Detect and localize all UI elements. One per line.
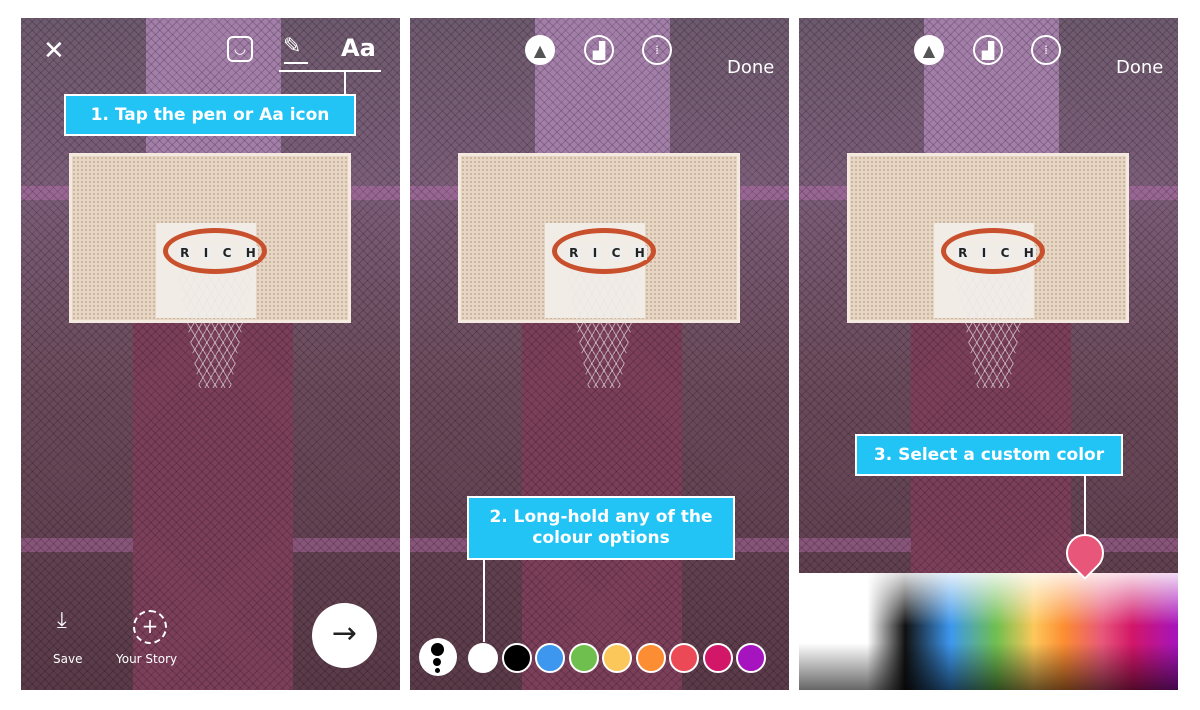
highlighter-icon[interactable]: ▟ xyxy=(973,35,1003,65)
save-button[interactable]: Save xyxy=(53,652,82,666)
brush-size-button[interactable] xyxy=(419,638,457,676)
color-swatch[interactable] xyxy=(568,643,599,673)
screen-2: RICH ▲ ▟ ⁞ Done 2. Long-hold any of the … xyxy=(410,18,789,690)
pen-icon[interactable]: ✎ xyxy=(283,34,301,59)
color-swatch[interactable] xyxy=(635,643,666,673)
callout-step-3: 3. Select a custom color xyxy=(855,434,1123,476)
done-button[interactable]: Done xyxy=(1116,57,1163,78)
marker-icon[interactable]: ▲ xyxy=(914,35,944,65)
neon-icon[interactable]: ⁞ xyxy=(1031,35,1061,65)
callout-step-2: 2. Long-hold any of the colour options xyxy=(467,496,735,560)
custom-color-picker[interactable] xyxy=(799,573,1178,690)
color-swatch[interactable] xyxy=(702,643,733,673)
callout-step-1: 1. Tap the pen or Aa icon xyxy=(64,94,356,136)
next-button[interactable]: → xyxy=(312,603,377,668)
add-story-icon[interactable]: + xyxy=(133,610,167,644)
done-button[interactable]: Done xyxy=(727,57,774,78)
color-swatch[interactable] xyxy=(501,643,532,673)
marker-icon[interactable]: ▲ xyxy=(525,35,555,65)
color-swatch[interactable] xyxy=(468,643,498,673)
screen-3: RICH ▲ ▟ ⁞ Done 3. Select a custom color xyxy=(799,18,1178,690)
color-swatch[interactable] xyxy=(669,643,699,673)
your-story-button[interactable]: Your Story xyxy=(116,652,177,666)
close-icon[interactable]: ✕ xyxy=(43,36,65,66)
color-swatch[interactable] xyxy=(535,643,565,673)
color-swatch[interactable] xyxy=(736,643,766,673)
screen-1: RICH ✕ ◡ ✎ Aa 1. Tap the pen or Aa icon … xyxy=(21,18,400,690)
download-icon[interactable]: ⤓ xyxy=(57,608,67,633)
text-tool-button[interactable]: Aa xyxy=(341,34,376,62)
neon-icon[interactable]: ⁞ xyxy=(642,35,672,65)
color-swatch[interactable] xyxy=(602,643,632,673)
sticker-icon[interactable]: ◡ xyxy=(227,36,253,62)
highlighter-icon[interactable]: ▟ xyxy=(584,35,614,65)
arrow-right-icon: → xyxy=(331,616,358,651)
